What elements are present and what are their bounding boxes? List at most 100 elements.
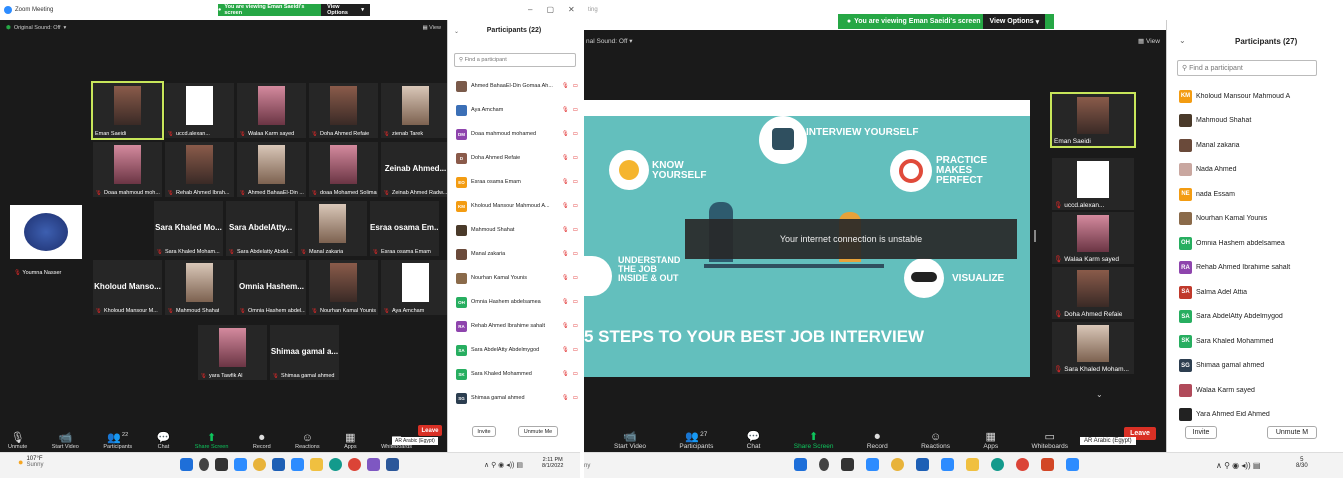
participant-row[interactable]: Aya Amcham 🎙 ▭ xyxy=(456,98,578,122)
chrome-icon[interactable] xyxy=(891,458,904,471)
original-sound-toggle[interactable]: ⬢ Original Sound: Off ▾ xyxy=(6,25,66,31)
toolbar-label: Participants xyxy=(679,443,714,450)
participant-row[interactable]: KM Kholoud Mansour Mahmoud A... 🎙 ▭ xyxy=(456,194,578,218)
maximize-icon[interactable]: ▢ xyxy=(546,5,554,14)
language-indicator[interactable]: AR Arabic (Egypt) xyxy=(392,437,438,445)
participant-row[interactable]: Manal zakaria xyxy=(1179,133,1339,158)
participant-row[interactable]: OH Omnia Hashem abdelsamea xyxy=(1179,231,1339,256)
view-options-button[interactable]: View Options ▾ xyxy=(321,4,370,16)
chrome-alt-icon[interactable] xyxy=(1016,458,1029,471)
unmute-me-button[interactable]: Unmute Me xyxy=(518,426,558,437)
participant-row[interactable]: NE nada Essam xyxy=(1179,182,1339,207)
toolbar-apps-button[interactable]: ▦ Apps xyxy=(344,432,357,450)
edge-icon[interactable] xyxy=(991,458,1004,471)
system-tray[interactable]: ∧ ⚲ ◉ ◂)) ▤ xyxy=(1216,461,1261,470)
participant-row[interactable]: SA Sara AbdelAtty Abdelmygod 🎙 ▭ xyxy=(456,338,578,362)
tile-name-label: Eman Saeidi xyxy=(1054,138,1091,145)
store-icon[interactable] xyxy=(272,458,285,471)
participant-row[interactable]: SG Shimaa gamal ahmed 🎙 ▭ xyxy=(456,386,578,410)
participant-row[interactable]: D Doha Ahmed Refaie 🎙 ▭ xyxy=(456,146,578,170)
split-handle[interactable] xyxy=(1034,230,1036,242)
close-icon[interactable]: ✕ xyxy=(568,5,575,14)
participant-row[interactable]: SA Sara AbdelAtty Abdelmygod xyxy=(1179,305,1339,330)
weather-widget[interactable]: ● 107°F Sunny xyxy=(18,456,43,468)
collapse-chevron-icon[interactable]: ⌄ xyxy=(1179,36,1186,45)
participant-row[interactable]: RA Rehab Ahmed Ibrahime sahalt 🎙 ▭ xyxy=(456,314,578,338)
weather-widget[interactable]: ny xyxy=(584,463,590,469)
toolbar-record-button[interactable]: ⏺ Record xyxy=(253,432,271,450)
toolbar-participants-button[interactable]: 👥 27 Participants xyxy=(679,431,713,450)
toolbar-reactions-button[interactable]: ☺ Reactions xyxy=(921,431,950,450)
toolbar-record-button[interactable]: ⏺ Record xyxy=(867,431,888,450)
language-indicator[interactable]: AR Arabic (Egypt) xyxy=(1080,437,1136,445)
task-view-icon[interactable] xyxy=(841,458,854,471)
clock[interactable]: 5 8/30 xyxy=(1296,457,1308,469)
chrome-icon[interactable] xyxy=(253,458,266,471)
explorer-icon[interactable] xyxy=(234,458,247,471)
participant-row[interactable]: RA Rehab Ahmed Ibrahime sahalt xyxy=(1179,256,1339,281)
participant-row[interactable]: KM Kholoud Mansour Mahmoud A xyxy=(1179,84,1339,109)
chrome-alt-icon[interactable] xyxy=(348,458,361,471)
invite-button[interactable]: Invite xyxy=(472,426,496,437)
edge-icon[interactable] xyxy=(329,458,342,471)
unmute-me-button[interactable]: Unmute M xyxy=(1267,426,1317,439)
word-icon[interactable] xyxy=(386,458,399,471)
participant-row[interactable]: OH Omnia Hashem abdelsamea 🎙 ▭ xyxy=(456,290,578,314)
participant-row[interactable]: Nourhan Kamal Younis xyxy=(1179,207,1339,232)
search-input[interactable]: ⚲ Find a participant xyxy=(454,53,576,67)
app-icon[interactable] xyxy=(367,458,380,471)
start-icon[interactable] xyxy=(794,458,807,471)
muted-mic-icon: 🎙 xyxy=(1054,256,1063,263)
scroll-down-chevron-icon[interactable]: ⌄ xyxy=(1096,390,1103,399)
toolbar-start-video-button[interactable]: 📹 Start Video xyxy=(52,432,79,450)
invite-button[interactable]: Invite xyxy=(1185,426,1217,439)
files-icon[interactable] xyxy=(966,458,979,471)
participant-row[interactable]: Nourhan Kamal Younis 🎙 ▭ xyxy=(456,266,578,290)
participant-row[interactable]: DM Doaa mahmoud mohamed 🎙 ▭ xyxy=(456,122,578,146)
files-icon[interactable] xyxy=(310,458,323,471)
zoom-taskbar-icon[interactable] xyxy=(941,458,954,471)
participant-row[interactable]: Manal zakaria 🎙 ▭ xyxy=(456,242,578,266)
system-tray[interactable]: ∧ ⚲ ◉ ◂)) ▤ xyxy=(484,461,523,469)
task-view-icon[interactable] xyxy=(215,458,228,471)
clock[interactable]: 2:11 PM 8/1/2022 xyxy=(542,457,563,469)
toolbar-reactions-button[interactable]: ☺ Reactions xyxy=(295,432,319,450)
participant-video xyxy=(218,328,247,367)
view-options-button[interactable]: View Options ▾ xyxy=(983,14,1046,29)
participant-row[interactable]: Yara Ahmed Eid Ahmed xyxy=(1179,403,1339,428)
participant-row[interactable]: SG Shimaa gamal ahmed xyxy=(1179,354,1339,379)
toolbar-chat-button[interactable]: 💬 Chat xyxy=(157,432,171,450)
search-taskbar-icon[interactable] xyxy=(819,458,829,471)
participant-row[interactable]: SA Salma Adel Attia xyxy=(1179,280,1339,305)
participant-row[interactable]: SK Sara Khaled Mohammed xyxy=(1179,329,1339,354)
toolbar-whiteboards-button[interactable]: ▭Whiteboards xyxy=(1032,431,1069,450)
leave-button[interactable]: Leave xyxy=(418,425,442,436)
toolbar-chat-button[interactable]: 💬 Chat xyxy=(747,431,761,450)
start-icon[interactable] xyxy=(180,458,193,471)
powerpoint-icon[interactable] xyxy=(1041,458,1054,471)
participant-row[interactable]: Nada Ahmed xyxy=(1179,158,1339,183)
participant-row[interactable]: Walaa Karm sayed xyxy=(1179,378,1339,403)
toolbar-participants-button[interactable]: 👥 22 Participants xyxy=(103,432,132,450)
toolbar-unmute-button[interactable]: 🎙 Unmute xyxy=(8,432,27,450)
minimize-icon[interactable]: – xyxy=(528,5,532,14)
participant-row[interactable]: Mahmoud Shahat 🎙 ▭ xyxy=(456,218,578,242)
app-icon[interactable] xyxy=(1066,458,1079,471)
participant-row[interactable]: EO Esraa osama Emam 🎙 ▭ xyxy=(456,170,578,194)
toolbar-share-screen-button[interactable]: ⬆ Share Screen xyxy=(794,431,834,450)
toolbar-share-screen-button[interactable]: ⬆ Share Screen xyxy=(195,432,229,450)
original-sound-toggle[interactable]: nal Sound: Off ▾ xyxy=(586,37,633,45)
toolbar-apps-button[interactable]: ▦ Apps xyxy=(983,431,998,450)
explorer-icon[interactable] xyxy=(866,458,879,471)
zoom-taskbar-icon[interactable] xyxy=(291,458,304,471)
search-input[interactable]: ⚲ Find a participant xyxy=(1177,60,1317,76)
search-taskbar-icon[interactable] xyxy=(199,458,209,471)
participant-row[interactable]: Ahmed BahaaEl-Din Gomaa Ah... 🎙 ▭ xyxy=(456,74,578,98)
store-icon[interactable] xyxy=(916,458,929,471)
participant-row[interactable]: Mahmoud Shahat xyxy=(1179,109,1339,134)
toolbar-start-video-button[interactable]: 📹 Start Video xyxy=(614,431,646,450)
view-button[interactable]: ▦ View xyxy=(422,25,441,31)
participant-row[interactable]: SK Sara Khaled Mohammed 🎙 ▭ xyxy=(456,362,578,386)
view-button[interactable]: ▦ View xyxy=(1138,37,1160,45)
tile-name-text: Nourhan Kamal Younis xyxy=(319,308,376,314)
